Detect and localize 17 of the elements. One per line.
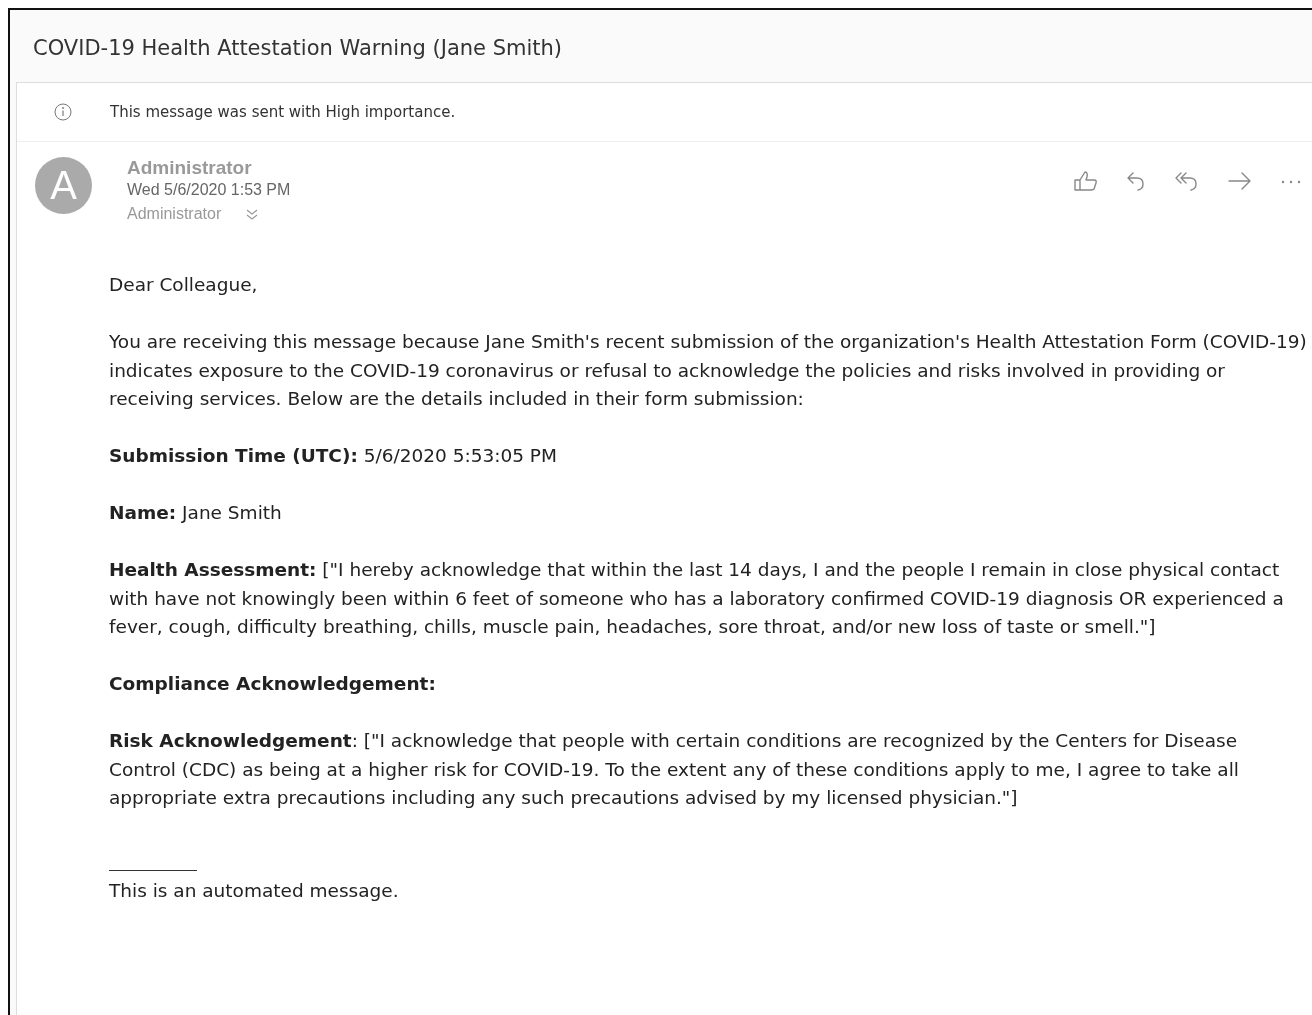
body-paragraph: Name: Jane Smith: [109, 501, 283, 525]
expand-chevron-icon[interactable]: [245, 207, 260, 221]
sent-date: Wed 5/6/2020 1:53 PM: [127, 181, 291, 199]
email-subject: COVID-19 Health Attestation Warning (Jane Smith): [32, 35, 564, 62]
body-paragraph: Dear Colleague,: [109, 273, 259, 297]
importance-notice: This message was sent with High importance.: [110, 103, 456, 121]
body-paragraph: Compliance Acknowledgement:: [109, 672, 437, 696]
body-paragraph: Health Assessment: ["I hereby acknowledge that within the last 14 days, I and the people I remain in close physical contact with have not knowingly been within 6 feet of someone who has a laboratory confirmed COVID-19 diagnosis OR experienced a fever, cough, difficulty breathing, chills, muscle pain, headaches, sore throat, and/or new loss of taste or smell."]: [109, 558, 1285, 639]
avatar: A: [35, 157, 92, 214]
sender-name: Administrator: [127, 157, 253, 179]
body-paragraph: Risk Acknowledgement: ["I acknowledge that people with certain conditions are recognized by the Centers for Disease Control (CDC) as being at a higher risk for COVID-19. To the extent any of these conditions apply to me, I agree to take all appropriate extra precautions including any such precautions advised by my licensed physician."]: [109, 729, 1240, 810]
thumbs-up-icon[interactable]: [1073, 169, 1099, 193]
footer-note: This is an automated message.: [109, 878, 400, 903]
body-paragraph: You are receiving this message because Jane Smith's recent submission of the organization's Health Attestation Form (COVID-19) indicates exposure to the COVID-19 coronavirus or refusal to acknowledge the policies and risks involved in providing or receiving services. Below are the details included in their form submission:: [109, 330, 1308, 411]
info-icon: [54, 103, 72, 121]
body-paragraph: Submission Time (UTC): 5/6/2020 5:53:05 PM: [109, 444, 558, 468]
recipient-name: Administrator: [127, 205, 222, 223]
